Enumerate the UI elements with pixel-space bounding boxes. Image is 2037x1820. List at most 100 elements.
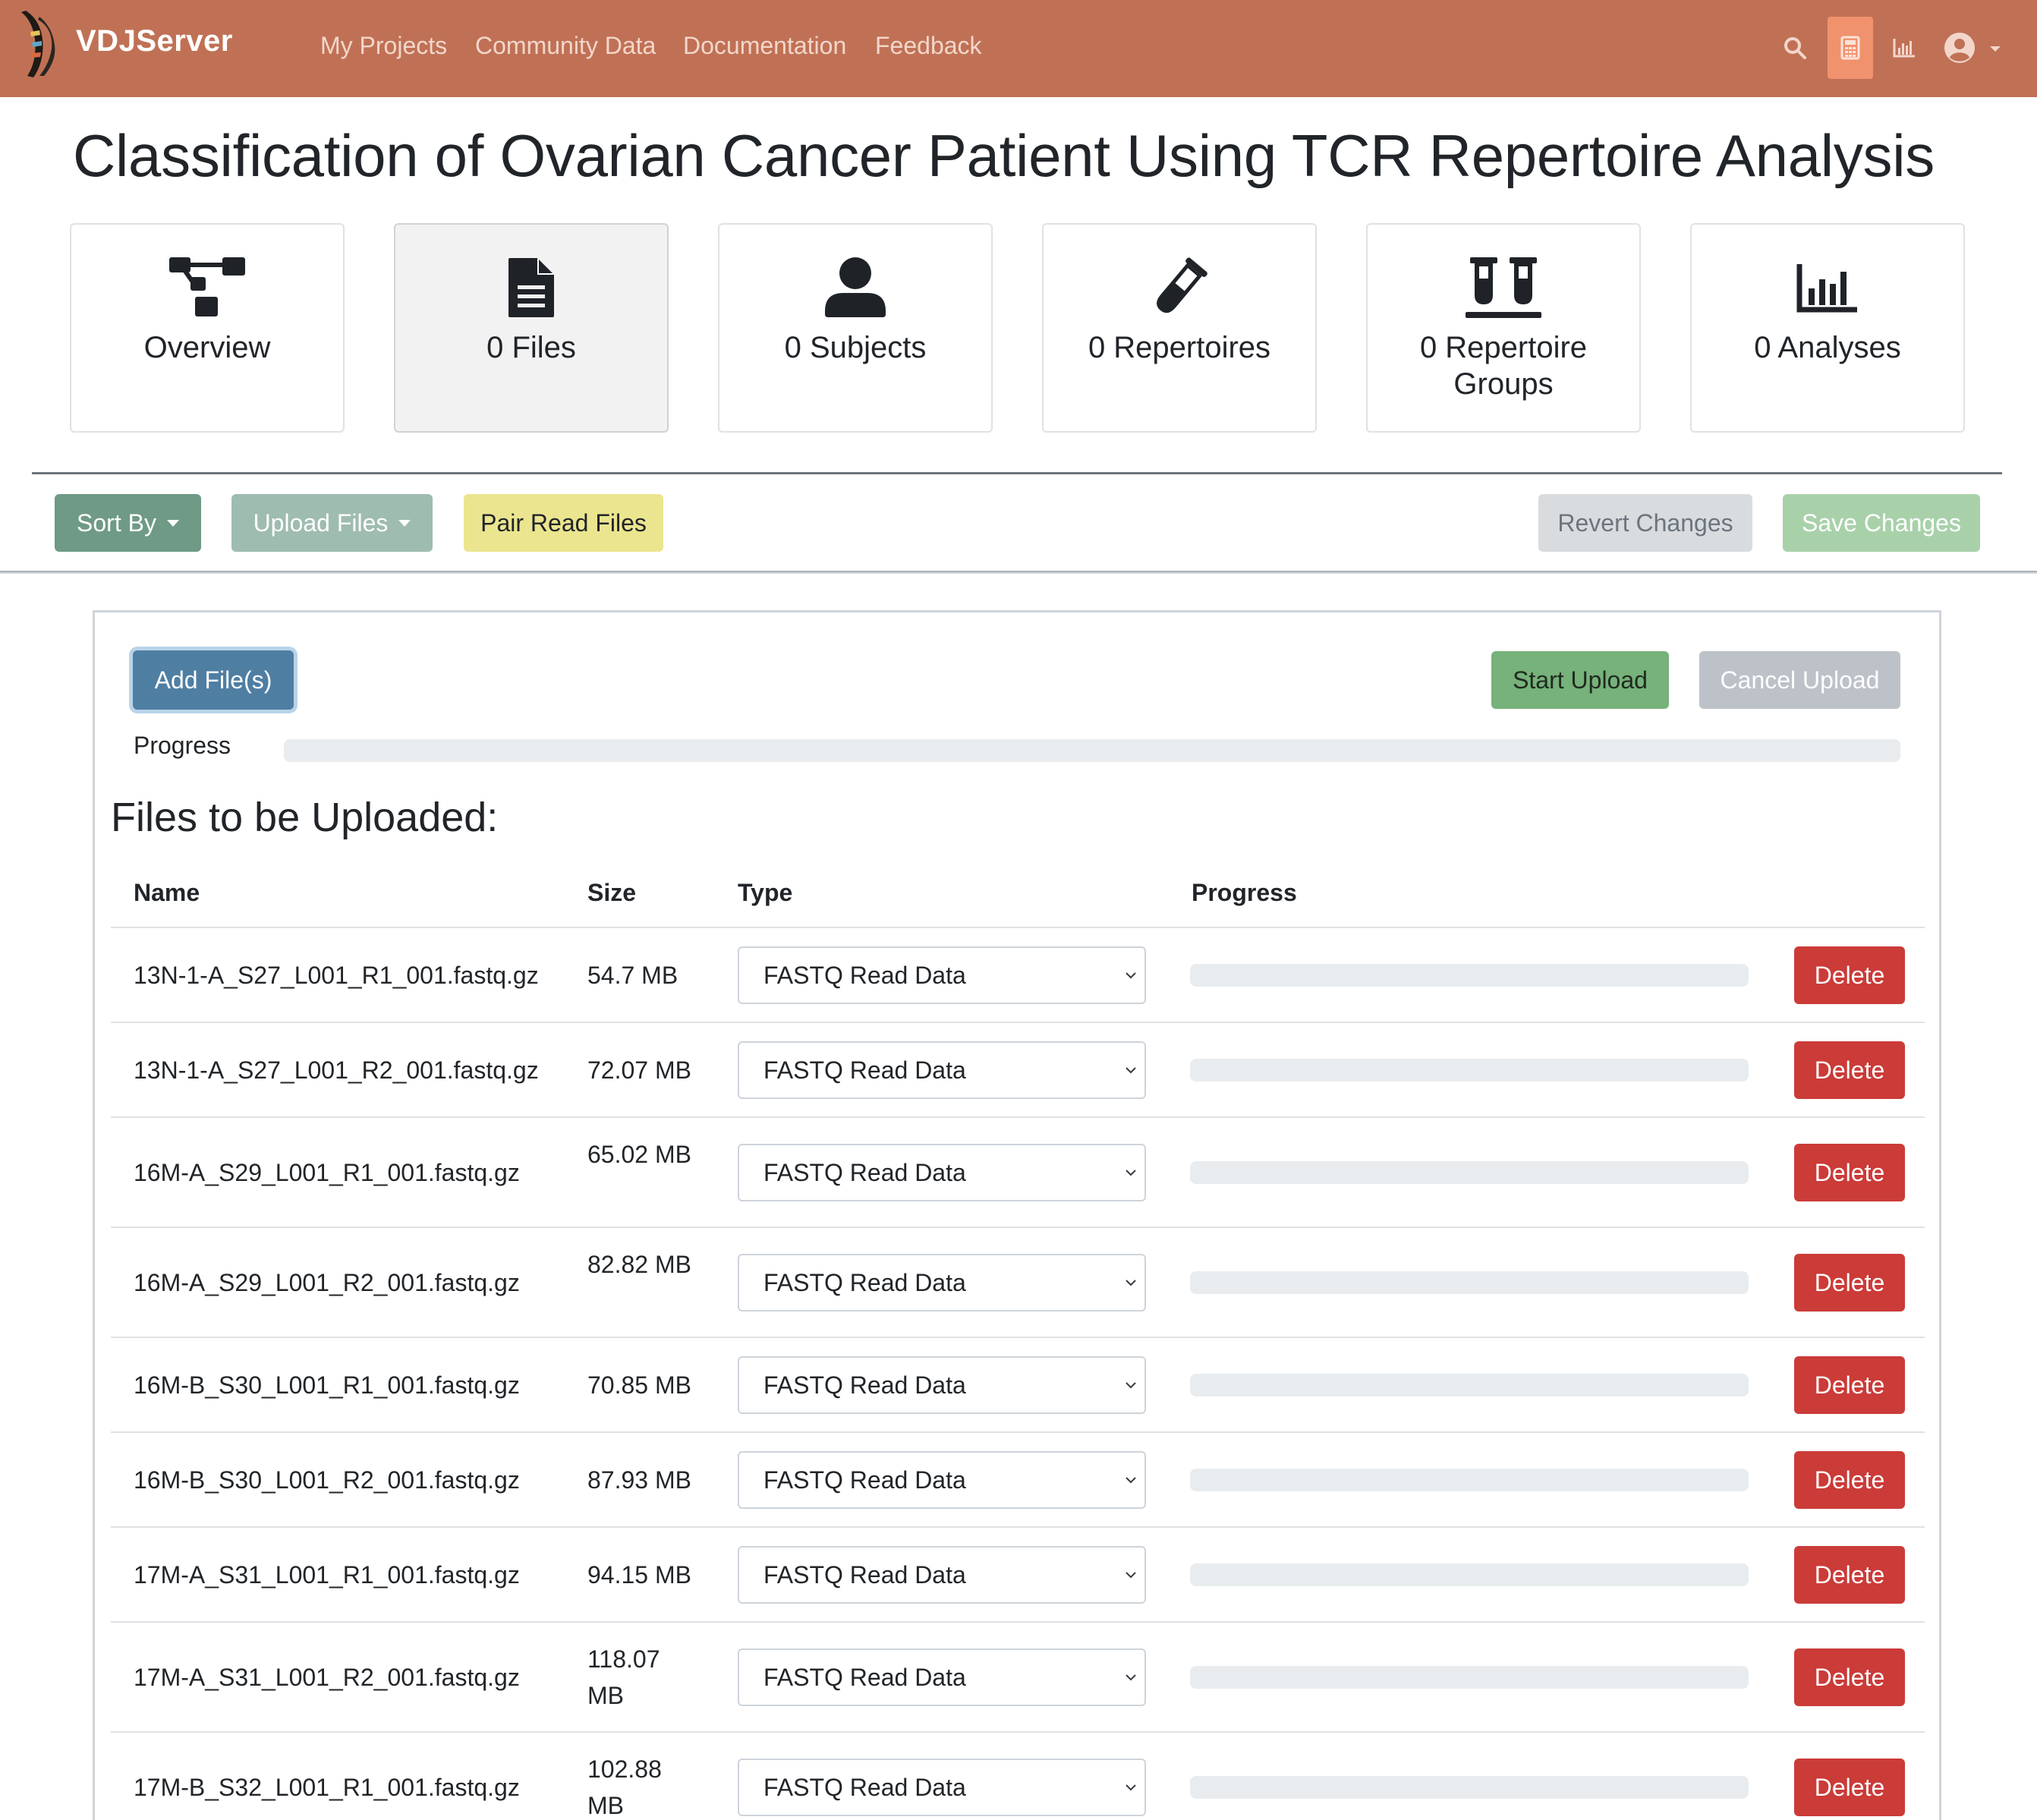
caret-down-icon [398,519,411,527]
table-row: 17M-B_S32_L001_R1_001.fastq.gz 102.88 MB… [111,1733,1925,1820]
test-tube-icon [1044,255,1315,320]
file-size: 82.82 MB [587,1251,691,1278]
file-name: 16M-B_S30_L001_R1_001.fastq.gz [134,1371,520,1399]
file-progress-bar [1190,1469,1749,1491]
delete-file-button[interactable]: Delete [1794,1356,1905,1414]
nav-link-feedback[interactable]: Feedback [875,32,982,60]
search-icon[interactable] [1776,17,1814,79]
file-type-select[interactable]: FASTQ Read Data [738,1648,1146,1706]
top-navbar: VDJServer My Projects Community Data Doc… [0,0,2037,97]
delete-file-button[interactable]: Delete [1794,1451,1905,1509]
file-progress-bar [1190,964,1749,987]
start-upload-button[interactable]: Start Upload [1491,651,1669,709]
file-size: 102.88 MB [587,1755,662,1819]
file-type-value: FASTQ Read Data [763,1466,966,1494]
chevron-down-icon [1126,1572,1136,1579]
delete-file-button[interactable]: Delete [1794,1759,1905,1816]
card-analyses-label: 0 Analyses [1754,331,1901,364]
files-to-upload-heading: Files to be Uploaded: [111,795,499,840]
file-type-select[interactable]: FASTQ Read Data [738,1356,1146,1414]
chevron-down-icon [1126,1170,1136,1176]
column-header-progress: Progress [1192,879,1297,906]
file-type-value: FASTQ Read Data [763,1268,966,1296]
file-type-select[interactable]: FASTQ Read Data [738,1451,1146,1509]
file-size: 87.93 MB [587,1466,691,1494]
card-analyses[interactable]: 0 Analyses [1690,223,1965,433]
file-name: 13N-1-A_S27_L001_R2_001.fastq.gz [134,1056,539,1084]
file-type-value: FASTQ Read Data [763,1056,966,1084]
delete-file-button[interactable]: Delete [1794,1254,1905,1311]
table-row: 13N-1-A_S27_L001_R1_001.fastq.gz 54.7 MB… [111,928,1925,1023]
table-row: 13N-1-A_S27_L001_R2_001.fastq.gz 72.07 M… [111,1023,1925,1118]
sort-by-label: Sort By [77,509,156,537]
delete-file-button[interactable]: Delete [1794,1546,1905,1604]
delete-file-button[interactable]: Delete [1794,1648,1905,1706]
chevron-down-icon [1126,1382,1136,1389]
file-type-select[interactable]: FASTQ Read Data [738,1546,1146,1604]
chevron-down-icon [1126,1477,1136,1484]
card-repertoire-groups[interactable]: 0 Repertoire Groups [1366,223,1641,433]
card-overview[interactable]: Overview [70,223,345,433]
nav-link-community-data[interactable]: Community Data [475,32,656,60]
table-row: 16M-A_S29_L001_R1_001.fastq.gz 65.02 MB … [111,1118,1925,1228]
card-subjects[interactable]: 0 Subjects [718,223,993,433]
nav-link-my-projects[interactable]: My Projects [320,32,447,60]
table-row: 17M-A_S31_L001_R2_001.fastq.gz 118.07 MB… [111,1623,1925,1733]
brand-name[interactable]: VDJServer [76,24,233,58]
chevron-down-icon [1126,972,1136,979]
revert-changes-button[interactable]: Revert Changes [1538,494,1752,552]
file-type-select[interactable]: FASTQ Read Data [738,1144,1146,1201]
file-size: 118.07 MB [587,1645,660,1709]
file-progress-bar [1190,1059,1749,1082]
file-type-select[interactable]: FASTQ Read Data [738,1254,1146,1311]
file-type-value: FASTQ Read Data [763,1773,966,1801]
bar-chart-icon [1692,255,1963,320]
file-type-value: FASTQ Read Data [763,1371,966,1399]
chart-icon[interactable] [1885,17,1923,79]
column-header-type: Type [738,879,793,906]
file-size: 70.85 MB [587,1371,691,1399]
file-type-select[interactable]: FASTQ Read Data [738,1759,1146,1816]
nav-link-documentation[interactable]: Documentation [683,32,846,60]
file-progress-bar [1190,1776,1749,1799]
calculator-icon[interactable] [1828,17,1873,79]
file-type-value: FASTQ Read Data [763,961,966,989]
file-name: 17M-A_S31_L001_R2_001.fastq.gz [134,1664,520,1691]
table-row: 17M-A_S31_L001_R1_001.fastq.gz 94.15 MB … [111,1528,1925,1623]
file-type-select[interactable]: FASTQ Read Data [738,946,1146,1004]
table-row: 16M-A_S29_L001_R2_001.fastq.gz 82.82 MB … [111,1228,1925,1338]
delete-file-button[interactable]: Delete [1794,1041,1905,1099]
person-icon [719,255,991,320]
file-name: 17M-B_S32_L001_R1_001.fastq.gz [134,1774,520,1801]
table-row: 16M-B_S30_L001_R1_001.fastq.gz 70.85 MB … [111,1338,1925,1433]
file-name: 16M-A_S29_L001_R1_001.fastq.gz [134,1159,520,1186]
test-tubes-icon [1368,255,1639,320]
pair-read-files-button[interactable]: Pair Read Files [464,494,663,552]
delete-file-button[interactable]: Delete [1794,1144,1905,1201]
delete-file-button[interactable]: Delete [1794,946,1905,1004]
card-repertoires[interactable]: 0 Repertoires [1042,223,1317,433]
file-progress-bar [1190,1161,1749,1184]
file-size: 94.15 MB [587,1561,691,1589]
add-files-button[interactable]: Add File(s) [133,650,294,710]
file-progress-bar [1190,1563,1749,1586]
chevron-down-icon [1126,1280,1136,1286]
file-type-value: FASTQ Read Data [763,1663,966,1691]
cancel-upload-button[interactable]: Cancel Upload [1699,651,1900,709]
caret-down-icon [166,519,179,527]
sort-by-dropdown[interactable]: Sort By [55,494,201,552]
card-files-label: 0 Files [486,331,576,364]
card-files[interactable]: 0 Files [394,223,669,433]
toolbar-bottom-edge [0,571,2037,574]
save-changes-button[interactable]: Save Changes [1783,494,1980,552]
upload-files-label: Upload Files [253,509,389,537]
file-name: 16M-A_S29_L001_R2_001.fastq.gz [134,1269,520,1296]
file-type-select[interactable]: FASTQ Read Data [738,1041,1146,1099]
user-menu-icon[interactable] [1943,17,2007,79]
file-icon [395,255,667,320]
overview-icon [71,255,343,320]
vdjserver-logo-icon[interactable] [17,9,56,79]
upload-files-dropdown[interactable]: Upload Files [231,494,433,552]
file-progress-bar [1190,1666,1749,1689]
card-repertoire-groups-label: 0 Repertoire Groups [1419,331,1588,401]
